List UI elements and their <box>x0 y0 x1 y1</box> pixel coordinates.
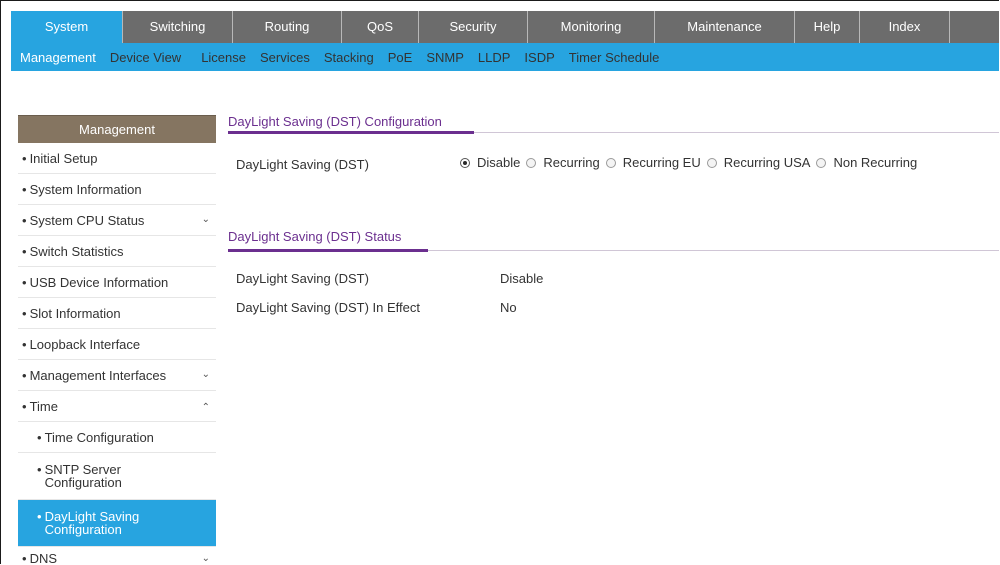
tab-help[interactable]: Help <box>795 11 860 43</box>
sidebar-item-system-information[interactable]: • System Information <box>18 174 216 205</box>
bullet-icon: • <box>22 367 27 383</box>
config-section-underline <box>228 131 474 134</box>
sidebar-item-label: USB Device Information <box>29 274 169 290</box>
subnav-services[interactable]: Services <box>260 50 310 65</box>
bullet-icon: • <box>22 243 27 259</box>
bullet-icon: • <box>37 509 42 524</box>
dst-option-non-recurring[interactable]: Non Recurring <box>816 155 917 170</box>
subnav-management[interactable]: Management <box>20 50 96 65</box>
tab-monitoring[interactable]: Monitoring <box>528 11 655 43</box>
bullet-icon: • <box>37 429 42 445</box>
subnav-license[interactable]: License <box>201 50 246 65</box>
radio-icon[interactable] <box>706 157 717 168</box>
status-section-underline <box>228 249 428 252</box>
sidebar-item-switch-statistics[interactable]: • Switch Statistics <box>18 236 216 267</box>
config-section-title: DayLight Saving (DST) Configuration <box>228 114 442 129</box>
sidebar-item-slot-information[interactable]: • Slot Information <box>18 298 216 329</box>
sidebar-item-dns[interactable]: • DNS ⌄ <box>18 547 216 564</box>
sidebar-item-management-interfaces[interactable]: • Management Interfaces ⌄ <box>18 360 216 391</box>
status-section-title: DayLight Saving (DST) Status <box>228 229 402 244</box>
sidebar-item-time-configuration[interactable]: • Time Configuration <box>18 422 216 453</box>
sidebar-item-label: Time <box>29 398 58 414</box>
sidebar-item-time[interactable]: • Time ⌃ <box>18 391 216 422</box>
radio-icon[interactable] <box>816 157 827 168</box>
sidebar-item-label: DayLight Saving Configuration <box>44 509 140 537</box>
dst-field-label: DayLight Saving (DST) <box>236 157 369 172</box>
status-row-label: DayLight Saving (DST) In Effect <box>236 300 421 315</box>
sidebar-item-label: Initial Setup <box>29 150 98 166</box>
dst-option-label: Non Recurring <box>833 155 918 170</box>
tab-qos[interactable]: QoS <box>342 11 419 43</box>
chevron-down-icon[interactable]: ⌄ <box>202 214 210 225</box>
bullet-icon: • <box>22 336 27 352</box>
sidebar-item-system-cpu-status[interactable]: • System CPU Status ⌄ <box>18 205 216 236</box>
sidebar-item-label: Time Configuration <box>44 429 154 445</box>
sidebar-item-daylight-saving-configuration[interactable]: • DayLight Saving Configuration <box>18 500 216 547</box>
dst-option-label: Recurring EU <box>622 155 701 170</box>
sidebar-item-label: System CPU Status <box>29 212 145 228</box>
sidebar: Management • Initial Setup • System Info… <box>18 115 216 564</box>
app-frame: System Switching Routing QoS Security Mo… <box>0 0 999 564</box>
dst-option-label: Disable <box>477 155 521 170</box>
chevron-down-icon[interactable]: ⌄ <box>202 369 210 380</box>
sidebar-item-initial-setup[interactable]: • Initial Setup <box>18 143 216 174</box>
subnav-device-view[interactable]: Device View <box>110 50 181 65</box>
tab-maintenance[interactable]: Maintenance <box>655 11 795 43</box>
bullet-icon: • <box>22 398 27 414</box>
sidebar-item-label: Management Interfaces <box>29 367 167 383</box>
top-nav: System Switching Routing QoS Security Mo… <box>11 11 999 43</box>
dst-option-recurring-usa[interactable]: Recurring USA <box>706 155 811 170</box>
subnav-poe[interactable]: PoE <box>388 50 413 65</box>
bullet-icon: • <box>22 551 27 564</box>
sidebar-item-label: Switch Statistics <box>29 243 124 259</box>
sidebar-item-usb-device-information[interactable]: • USB Device Information <box>18 267 216 298</box>
bullet-icon: • <box>22 181 27 197</box>
bullet-icon: • <box>22 274 27 290</box>
status-row-value: Disable <box>500 271 544 286</box>
sidebar-item-label: SNTP Server Configuration <box>44 462 122 490</box>
status-row-value: No <box>500 300 517 315</box>
bullet-icon: • <box>22 305 27 321</box>
bullet-icon: • <box>22 150 27 166</box>
chevron-down-icon[interactable]: ⌄ <box>202 553 210 564</box>
tab-index[interactable]: Index <box>860 11 950 43</box>
status-row-label: DayLight Saving (DST) <box>236 271 369 286</box>
bullet-icon: • <box>22 212 27 228</box>
subnav-isdp[interactable]: ISDP <box>524 50 554 65</box>
radio-icon[interactable] <box>526 157 537 168</box>
tab-system[interactable]: System <box>11 11 123 43</box>
tab-switching[interactable]: Switching <box>123 11 233 43</box>
radio-icon[interactable] <box>605 157 616 168</box>
sidebar-item-label: DNS <box>29 551 58 564</box>
sub-nav: Management Device View License Services … <box>11 43 999 71</box>
dst-option-label: Recurring <box>543 155 600 170</box>
radio-selected-icon[interactable] <box>460 157 470 168</box>
dst-option-recurring-eu[interactable]: Recurring EU <box>605 155 701 170</box>
dst-option-disable[interactable]: Disable <box>460 155 520 170</box>
sidebar-item-label: Loopback Interface <box>29 336 141 352</box>
chevron-up-icon[interactable]: ⌃ <box>202 402 210 413</box>
tab-security[interactable]: Security <box>419 11 528 43</box>
dst-option-recurring[interactable]: Recurring <box>526 155 600 170</box>
tab-routing[interactable]: Routing <box>233 11 342 43</box>
sidebar-title: Management <box>18 115 216 143</box>
bullet-icon: • <box>37 462 42 477</box>
dst-option-label: Recurring USA <box>723 155 811 170</box>
sidebar-item-label: System Information <box>29 181 142 197</box>
sidebar-item-label: Slot Information <box>29 305 121 321</box>
subnav-lldp[interactable]: LLDP <box>478 50 511 65</box>
subnav-snmp[interactable]: SNMP <box>426 50 464 65</box>
sidebar-item-loopback-interface[interactable]: • Loopback Interface <box>18 329 216 360</box>
subnav-timer-schedule[interactable]: Timer Schedule <box>569 50 660 65</box>
sidebar-item-sntp-server-configuration[interactable]: • SNTP Server Configuration <box>18 453 216 500</box>
dst-radio-group: Disable Recurring Recurring EU Recurring… <box>460 155 923 170</box>
subnav-stacking[interactable]: Stacking <box>324 50 374 65</box>
